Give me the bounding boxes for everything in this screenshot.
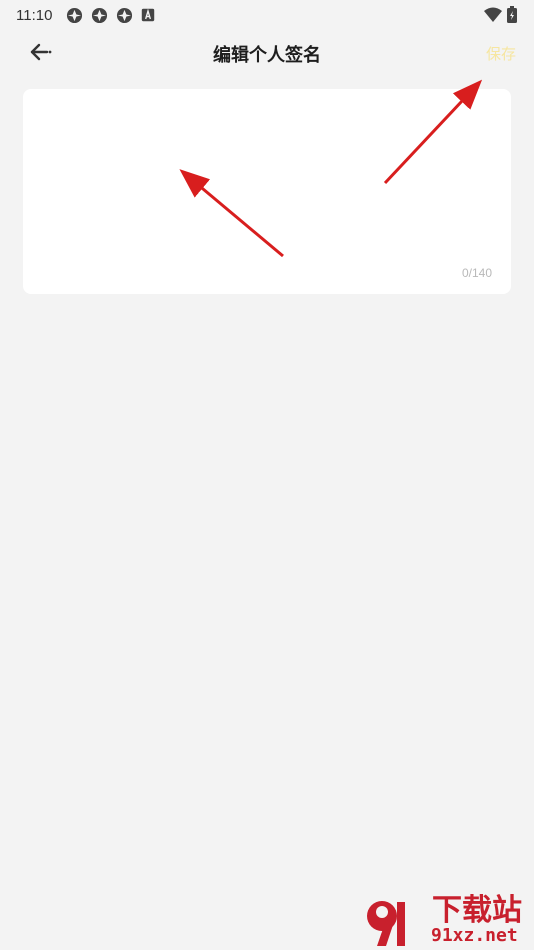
status-right [484, 6, 518, 24]
wifi-icon [484, 7, 502, 22]
status-time: 11:10 [16, 6, 53, 24]
app-icon [117, 7, 133, 23]
page-title: 编辑个人签名 [213, 45, 321, 66]
a-notification-icon [142, 8, 155, 22]
status-bar: 11:10 [0, 0, 534, 30]
signature-card: 0/140 [23, 89, 511, 294]
battery-charging-icon [507, 6, 517, 23]
save-button[interactable]: 保存 [486, 43, 516, 64]
app-icon [67, 7, 83, 23]
nav-bar: 编辑个人签名 保存 [0, 30, 534, 74]
watermark-brand: 下载站 [432, 893, 522, 928]
char-counter: 0/140 [461, 266, 492, 280]
app-icon [92, 7, 108, 23]
watermark-site: 91xz.net [431, 925, 518, 946]
signature-input[interactable] [23, 89, 511, 259]
